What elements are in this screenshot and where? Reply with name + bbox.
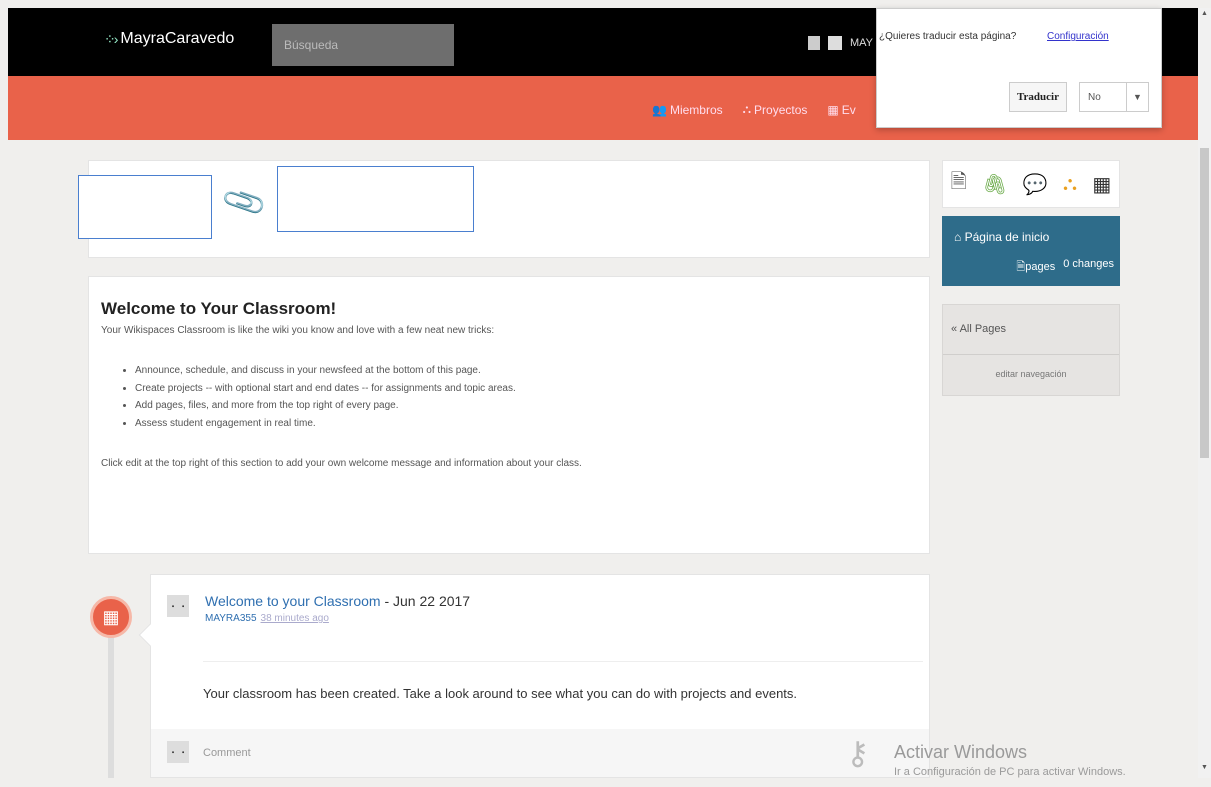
avatar: ㆍㆍ: [167, 595, 189, 617]
avatar: ㆍㆍ: [167, 741, 189, 763]
changes-count: 0: [1063, 258, 1070, 270]
all-pages-link[interactable]: « All Pages: [943, 305, 1119, 355]
nav-events-label: Ev: [841, 102, 856, 117]
navigation-box: « All Pages editar navegación: [942, 304, 1120, 396]
project-icon[interactable]: ⛬: [1063, 173, 1077, 196]
top-user-area: MAY: [808, 36, 873, 50]
projects-icon: ⛬: [742, 102, 752, 116]
post-title: Welcome to your Classroom - Jun 22 2017: [205, 593, 470, 609]
comment-icon[interactable]: 💬: [1023, 172, 1048, 197]
page-icon: 🗎: [1016, 261, 1026, 273]
paperclip-icon[interactable]: 🖇: [982, 172, 1007, 197]
page-icon[interactable]: 🗎: [951, 167, 967, 201]
bottom-strip: [0, 778, 1211, 787]
translate-question: ¿Quieres traducir esta página?: [879, 31, 1017, 42]
members-icon: 👥: [652, 102, 667, 117]
nav-members[interactable]: 👥 Miembros: [652, 102, 723, 117]
watermark-subtitle: Ir a Configuración de PC para activar Wi…: [894, 766, 1126, 778]
pages-link[interactable]: 🗎pages: [1016, 258, 1055, 277]
translate-no-label: No: [1088, 91, 1101, 103]
redacted-box: [277, 166, 474, 232]
post-meta: MAYRA355 38 minutes ago: [205, 613, 329, 624]
comment-row[interactable]: ㆍㆍ Comment: [151, 729, 929, 777]
nav-projects[interactable]: ⛬ Proyectos: [743, 102, 808, 117]
pages-label: pages: [1025, 261, 1056, 273]
chevron-down-icon[interactable]: ▼: [1126, 83, 1148, 111]
scrollbar-thumb[interactable]: [1200, 148, 1209, 458]
scroll-up-icon[interactable]: ▲: [1201, 10, 1208, 17]
post-time-ago[interactable]: 38 minutes ago: [261, 613, 329, 624]
nav-projects-label: Proyectos: [754, 102, 808, 117]
home-page-box[interactable]: ⌂ Página de inicio 🗎pages 0 changes: [942, 216, 1120, 286]
avatar[interactable]: [828, 36, 842, 50]
welcome-title: Welcome to Your Classroom!: [101, 299, 337, 318]
welcome-list: Announce, schedule, and discuss in your …: [135, 362, 917, 432]
edit-navigation-link[interactable]: editar navegación: [943, 355, 1119, 379]
key-icon: ⚷: [846, 735, 870, 771]
user-name[interactable]: MAY: [850, 37, 873, 49]
home-label: Página de inicio: [964, 230, 1050, 244]
translate-popup: ¿Quieres traducir esta página? Configura…: [876, 8, 1162, 128]
welcome-intro: Your Wikispaces Classroom is like the wi…: [101, 325, 495, 336]
translate-no-select[interactable]: No ▼: [1079, 82, 1149, 112]
calendar-icon[interactable]: ▦: [1092, 172, 1111, 197]
watermark-title: Activar Windows: [894, 742, 1028, 762]
nav-members-label: Miembros: [669, 102, 723, 117]
scrollbar[interactable]: ▲ ▼: [1198, 8, 1211, 778]
changes-label: changes: [1072, 258, 1114, 270]
list-item: Assess student engagement in real time.: [135, 415, 917, 433]
nav-events[interactable]: ▦ Ev: [827, 102, 855, 117]
brand-link[interactable]: ⁘› MayraCaravedo: [104, 30, 234, 48]
scroll-down-icon[interactable]: ▼: [1201, 764, 1208, 771]
brand-name: MayraCaravedo: [120, 30, 235, 47]
notifications-icon[interactable]: [808, 36, 820, 50]
list-item: Create projects -- with optional start a…: [135, 380, 917, 398]
list-item: Announce, schedule, and discuss in your …: [135, 362, 917, 380]
wikispaces-logo-icon: ⁘›: [104, 30, 118, 47]
list-item: Add pages, files, and more from the top …: [135, 397, 917, 415]
comment-input[interactable]: Comment: [203, 747, 251, 759]
redacted-box: [78, 175, 212, 239]
search-input[interactable]: [272, 24, 454, 66]
page-header-card: [88, 160, 930, 258]
translate-button[interactable]: Traducir: [1009, 82, 1067, 112]
calendar-icon: ▦: [90, 596, 132, 638]
changes-link[interactable]: 0 changes: [1063, 258, 1114, 277]
welcome-outro: Click edit at the top right of this sect…: [101, 458, 582, 469]
post-author[interactable]: MAYRA355: [205, 613, 257, 624]
newsfeed-post: ㆍㆍ Welcome to your Classroom - Jun 22 20…: [138, 574, 930, 778]
post-body: Your classroom has been created. Take a …: [203, 661, 923, 701]
home-icon: ⌂: [954, 230, 962, 244]
post-date: - Jun 22 2017: [380, 593, 471, 609]
post-title-link[interactable]: Welcome to your Classroom: [205, 593, 381, 609]
welcome-card: Welcome to Your Classroom! Your Wikispac…: [88, 276, 930, 554]
events-icon: ▦: [827, 102, 839, 117]
post-pointer: [138, 623, 162, 647]
add-content-toolbar: 🗎 🖇 💬 ⛬ ▦: [942, 160, 1120, 208]
translate-config-link[interactable]: Configuración: [1047, 31, 1109, 42]
